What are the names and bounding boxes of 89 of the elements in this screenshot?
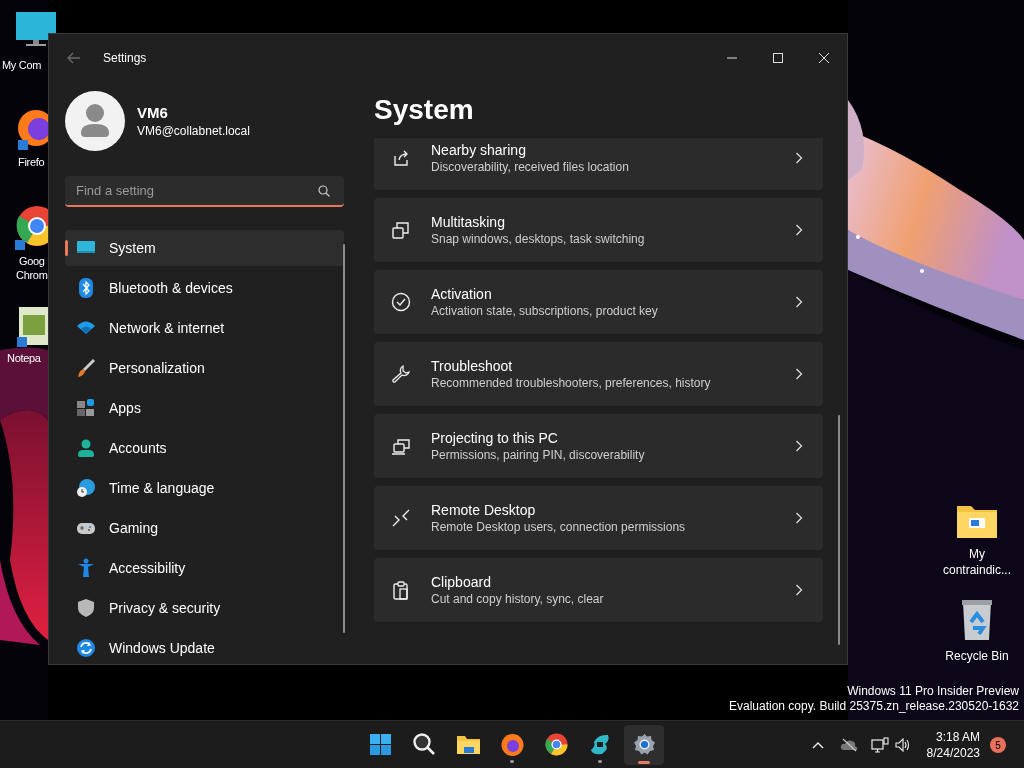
refresh-icon	[76, 638, 96, 658]
person-icon	[76, 438, 96, 458]
browser-icon	[499, 732, 525, 757]
cloud-off-icon[interactable]	[839, 738, 858, 752]
settings-card[interactable]: Projecting to this PC Permissions, pairing PIN, discoverability	[374, 414, 823, 478]
card-subtitle: Permissions, pairing PIN, discoverability	[431, 447, 646, 463]
speaker-icon[interactable]	[894, 738, 911, 752]
card-subtitle: Activation state, subscriptions, product key	[431, 303, 659, 319]
apps-grid-icon	[76, 398, 96, 418]
settings-card[interactable]: Remote Desktop Remote Desktop users, connection permissions	[374, 486, 823, 550]
check-circle-icon	[391, 292, 411, 312]
settings-card[interactable]: Troubleshoot Recommended troubleshooters, preferences, history	[374, 342, 823, 406]
clock[interactable]: 3:18 AM 8/24/2023	[926, 729, 980, 761]
remote-arrows-icon	[391, 508, 411, 528]
share-icon	[391, 148, 411, 168]
account-email: VM6@collabnet.local	[137, 123, 250, 139]
back-arrow-icon[interactable]	[67, 52, 81, 64]
search-icon	[318, 185, 330, 197]
chevron-right-icon	[795, 152, 803, 164]
icon-label: Notepa	[7, 351, 41, 365]
settings-card[interactable]: Multitasking Snap windows, desktops, task switching	[374, 198, 823, 262]
watermark-text: Windows 11 Pro Insider Preview	[847, 684, 1019, 699]
browser-icon	[543, 732, 569, 757]
card-title: Troubleshoot	[431, 357, 514, 375]
taskbar-app[interactable]	[624, 724, 664, 765]
windows-stack-icon	[391, 220, 411, 240]
nav-item[interactable]: Personalization	[65, 350, 344, 386]
projector-screens-icon	[391, 436, 411, 456]
nav-item[interactable]: Accounts	[65, 430, 344, 466]
icon-label: My Com	[2, 58, 42, 72]
scrollbar[interactable]	[343, 244, 345, 633]
chevron-right-icon	[795, 224, 803, 236]
account-name: VM6	[137, 103, 169, 123]
card-title: Multitasking	[431, 213, 506, 231]
start-icon	[367, 732, 393, 757]
settings-card[interactable]: Nearby sharing Discoverability, received files location	[374, 138, 823, 190]
clipboard-icon	[391, 580, 411, 600]
icon-label: My	[969, 546, 985, 562]
icon-label: Recycle Bin	[945, 648, 1009, 664]
card-title: Nearby sharing	[431, 141, 527, 159]
nav-item[interactable]: Privacy & security	[65, 590, 344, 626]
card-subtitle: Discoverability, received files location	[431, 159, 630, 175]
globe-clock-icon	[76, 478, 96, 498]
wrench-icon	[391, 364, 411, 384]
chevron-right-icon	[795, 368, 803, 380]
accessibility-figure-icon	[76, 558, 96, 578]
nav-item[interactable]: System	[65, 230, 344, 266]
scrollbar[interactable]	[838, 415, 840, 645]
chevron-right-icon	[795, 440, 803, 452]
active-indicator	[638, 760, 650, 764]
page-heading: System	[374, 93, 475, 127]
card-subtitle: Cut and copy history, sync, clear	[431, 591, 605, 607]
notification-badge: 5	[990, 737, 1006, 753]
card-title: Projecting to this PC	[431, 429, 559, 447]
watermark-text: Evaluation copy. Build 25375.zn_release.230520-1632	[729, 699, 1019, 714]
card-title: Remote Desktop	[431, 501, 537, 519]
settings-card[interactable]: Clipboard Cut and copy history, sync, clear	[374, 558, 823, 622]
chevron-up-icon[interactable]	[811, 741, 824, 749]
settings-card[interactable]: Activation Activation state, subscriptions, product key	[374, 270, 823, 334]
search-icon	[411, 732, 437, 757]
running-indicator	[510, 759, 514, 763]
monitor-icon[interactable]	[14, 10, 58, 48]
card-subtitle: Snap windows, desktops, task switching	[431, 231, 646, 247]
card-subtitle: Remote Desktop users, connection permissions	[431, 519, 687, 535]
chevron-right-icon	[795, 584, 803, 596]
running-indicator	[598, 759, 602, 763]
chevron-right-icon	[795, 296, 803, 308]
maximize-icon	[772, 53, 784, 63]
notepad-icon[interactable]	[17, 305, 49, 347]
search-field[interactable]: Find a setting	[65, 176, 344, 207]
shield-icon	[76, 598, 96, 618]
brush-icon	[76, 358, 96, 378]
icon-label: Goog	[18, 254, 45, 268]
window-title: Settings	[103, 50, 147, 67]
gear-icon	[631, 732, 657, 757]
icon-label: Firefo	[18, 155, 45, 169]
card-title: Activation	[431, 285, 493, 303]
network-icon[interactable]	[870, 737, 889, 753]
bluetooth-icon	[76, 278, 96, 298]
icon-label: Chrom	[16, 268, 48, 282]
chevron-right-icon	[795, 512, 803, 524]
nav-item[interactable]: Accessibility	[65, 550, 344, 586]
card-subtitle: Recommended troubleshooters, preferences, history	[431, 375, 712, 391]
close-icon	[818, 53, 830, 63]
avatar	[65, 91, 125, 151]
card-title: Clipboard	[431, 573, 492, 591]
icon-label: contraindic...	[942, 562, 1011, 578]
nav-item[interactable]: Windows Update	[65, 630, 344, 666]
nav-item[interactable]: Apps	[65, 390, 344, 426]
